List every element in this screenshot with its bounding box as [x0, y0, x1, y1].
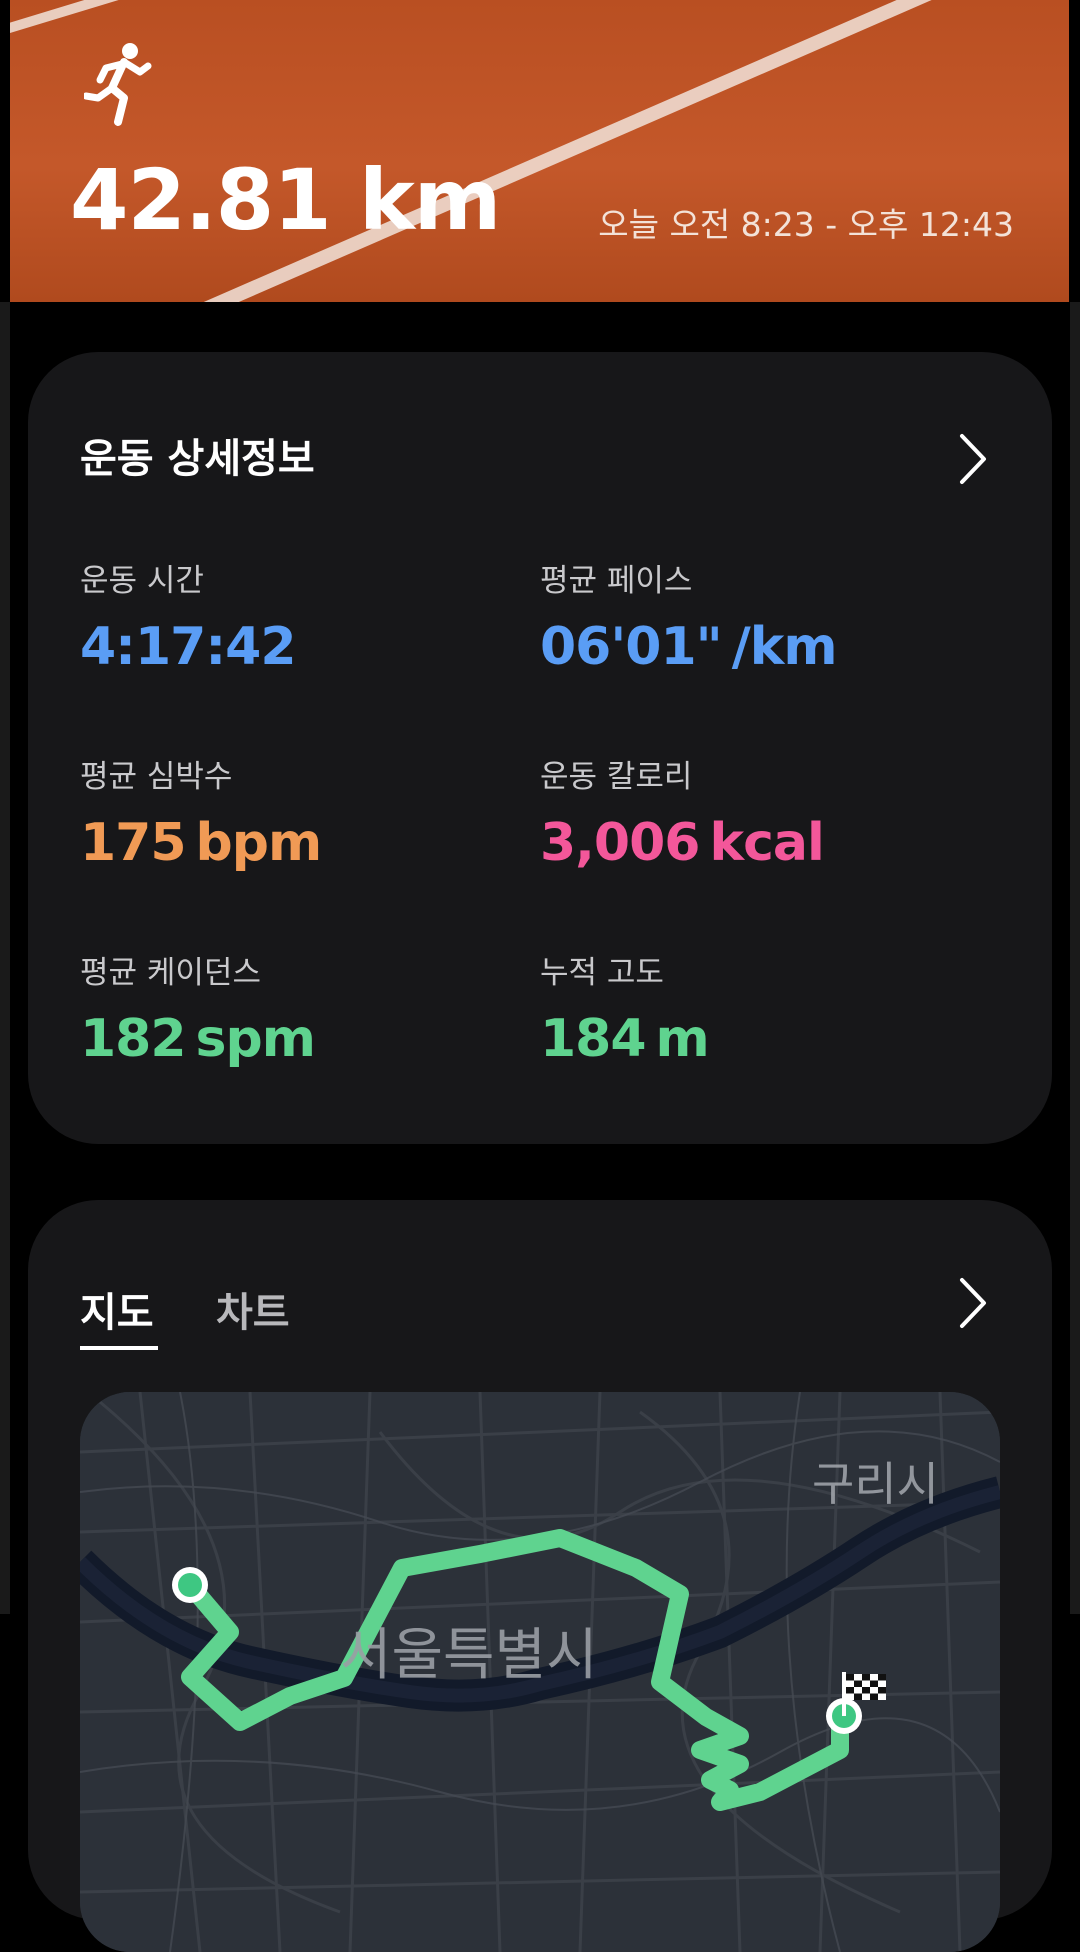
running-person-icon: [84, 43, 152, 126]
metric-average-heart-rate: 평균 심박수 175 bpm: [80, 759, 322, 873]
workout-details-title: 운동 상세정보: [80, 436, 315, 482]
route-map[interactable]: 서울특별시 구리시: [80, 1392, 1000, 1952]
tab-selected-indicator: [80, 1346, 158, 1350]
metric-elevation-gain: 누적 고도 184 m: [540, 955, 710, 1069]
metric-label: 평균 케이던스: [80, 955, 261, 991]
chevron-right-icon[interactable]: [956, 432, 990, 486]
map-label-seoul: 서울특별시: [340, 1623, 598, 1688]
metric-value: 175 bpm: [80, 813, 322, 873]
metric-workout-time: 운동 시간 4:17:42: [80, 563, 296, 677]
map-label-guri: 구리시: [812, 1457, 939, 1511]
left-edge-strip: [0, 302, 10, 1614]
metric-value: 184 m: [540, 1009, 710, 1069]
metric-value: 3,006 kcal: [540, 813, 825, 873]
metric-label: 운동 시간: [80, 563, 204, 599]
metric-value: 06'01"/km: [540, 617, 838, 677]
workout-details-card[interactable]: 운동 상세정보 운동 시간 4:17:42 평균 페이스 06'01"/km 평…: [28, 352, 1052, 1144]
metric-label: 운동 칼로리: [540, 759, 693, 795]
right-edge-strip: [1070, 302, 1080, 1614]
chevron-right-icon[interactable]: [956, 1276, 990, 1330]
start-marker-icon: [172, 1567, 208, 1603]
metric-value: 4:17:42: [80, 617, 296, 677]
workout-time-range: 오늘 오전 8:23 - 오후 12:43: [598, 205, 1014, 244]
metric-label: 누적 고도: [540, 955, 664, 991]
metric-label: 평균 페이스: [540, 563, 693, 599]
metric-average-pace: 평균 페이스 06'01"/km: [540, 563, 838, 677]
metric-calories: 운동 칼로리 3,006 kcal: [540, 759, 825, 873]
metric-value: 182 spm: [80, 1009, 316, 1069]
metric-label: 평균 심박수: [80, 759, 233, 795]
workout-hero-banner: 42.81 km 오늘 오전 8:23 - 오후 12:43: [10, 0, 1069, 302]
tab-map[interactable]: 지도: [80, 1280, 154, 1338]
total-distance: 42.81 km: [70, 151, 501, 249]
tab-chart[interactable]: 차트: [216, 1280, 290, 1338]
route-card: 지도 차트 서울특별시 구리시: [28, 1200, 1052, 1952]
metric-average-cadence: 평균 케이던스 182 spm: [80, 955, 316, 1069]
